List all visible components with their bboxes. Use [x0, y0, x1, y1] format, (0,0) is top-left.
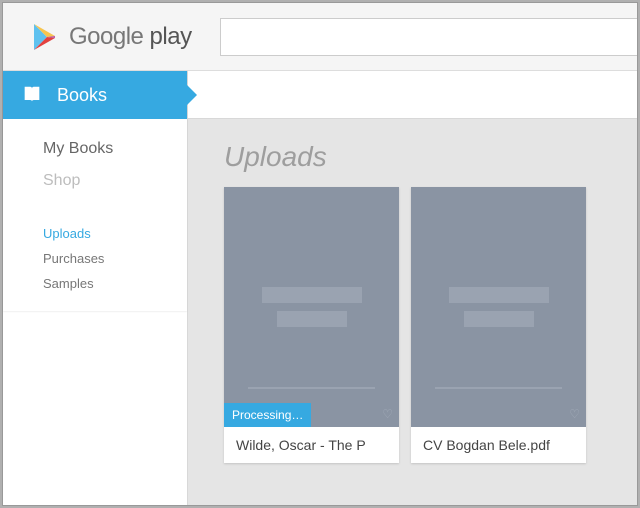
book-cover-placeholder: Processing… ♡ [224, 187, 399, 427]
sidebar-primary-nav: My Books Shop [3, 119, 187, 207]
main-content: Uploads Processing… ♡ Wilde, Oscar - The… [188, 71, 637, 505]
processing-badge: Processing… [224, 403, 311, 427]
sidebar-item-shop[interactable]: Shop [3, 165, 187, 197]
search-input[interactable] [220, 18, 637, 56]
placeholder-line [277, 311, 347, 327]
sidebar: Books My Books Shop Uploads Purchases Sa… [3, 71, 188, 505]
sidebar-section-books[interactable]: Books [3, 71, 187, 119]
content-header-bar [188, 71, 637, 119]
book-cover-placeholder: ♡ [411, 187, 586, 427]
placeholder-line [449, 287, 549, 303]
placeholder-line [464, 311, 534, 327]
book-card[interactable]: Processing… ♡ Wilde, Oscar - The P [224, 187, 399, 463]
brand-text: Google play [69, 23, 192, 51]
book-title: Wilde, Oscar - The P [224, 427, 399, 463]
placeholder-line [435, 387, 562, 389]
heart-icon: ♡ [382, 407, 393, 421]
sidebar-section-label: Books [57, 85, 107, 106]
book-title: CV Bogdan Bele.pdf [411, 427, 586, 463]
placeholder-line [262, 287, 362, 303]
section-title: Uploads [188, 119, 637, 187]
placeholder-line [248, 387, 375, 389]
play-logo[interactable]: Google play [31, 22, 192, 52]
sidebar-item-uploads[interactable]: Uploads [3, 221, 187, 246]
card-grid: Processing… ♡ Wilde, Oscar - The P ♡ CV … [188, 187, 637, 463]
play-triangle-icon [31, 22, 59, 52]
sidebar-item-samples[interactable]: Samples [3, 271, 187, 296]
sidebar-item-mybooks[interactable]: My Books [3, 133, 187, 165]
book-icon [21, 84, 43, 106]
app-header: Google play [3, 3, 637, 71]
sidebar-secondary-nav: Uploads Purchases Samples [3, 207, 187, 310]
sidebar-item-purchases[interactable]: Purchases [3, 246, 187, 271]
book-card[interactable]: ♡ CV Bogdan Bele.pdf [411, 187, 586, 463]
heart-icon: ♡ [569, 407, 580, 421]
